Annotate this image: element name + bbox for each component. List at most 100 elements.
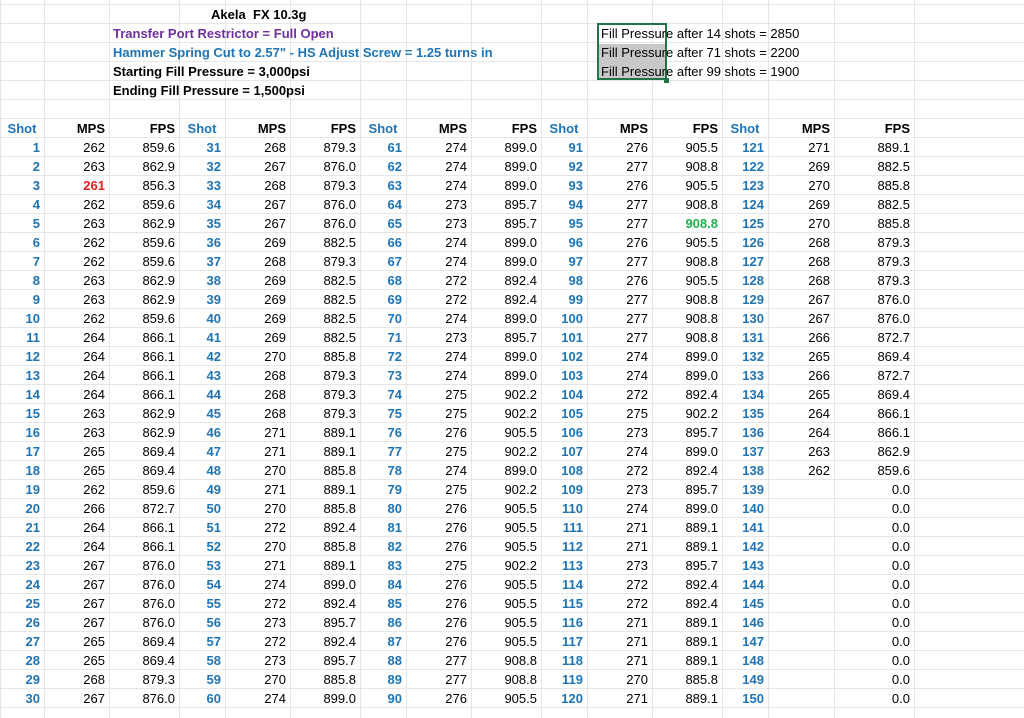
mps-cell[interactable]: 275 [406, 404, 471, 423]
fps-cell[interactable]: 908.8 [652, 290, 722, 309]
fps-cell[interactable]: 902.2 [471, 404, 541, 423]
fps-cell[interactable]: 0.0 [834, 556, 914, 575]
fps-cell[interactable]: 895.7 [652, 556, 722, 575]
mps-cell[interactable]: 271 [768, 138, 834, 157]
mps-cell[interactable]: 265 [44, 651, 109, 670]
column-header-shot[interactable]: Shot [179, 119, 225, 138]
column-header-mps[interactable]: MPS [768, 119, 834, 138]
mps-cell[interactable]: 262 [44, 233, 109, 252]
fps-cell[interactable]: 902.2 [652, 404, 722, 423]
shot-number-cell[interactable]: 115 [541, 594, 587, 613]
mps-cell[interactable]: 276 [587, 271, 652, 290]
fps-cell[interactable]: 879.3 [290, 252, 360, 271]
fps-cell[interactable]: 0.0 [834, 670, 914, 689]
mps-cell[interactable]: 269 [225, 290, 290, 309]
mps-cell[interactable] [768, 499, 834, 518]
fps-cell[interactable]: 0.0 [834, 632, 914, 651]
fps-cell[interactable]: 885.8 [834, 214, 914, 233]
shot-number-cell[interactable]: 134 [722, 385, 768, 404]
mps-cell[interactable]: 263 [44, 214, 109, 233]
fps-cell[interactable]: 899.0 [471, 252, 541, 271]
shot-number-cell[interactable]: 138 [722, 461, 768, 480]
mps-cell[interactable]: 277 [587, 252, 652, 271]
fps-cell[interactable]: 905.5 [471, 537, 541, 556]
shot-number-cell[interactable]: 17 [0, 442, 44, 461]
mps-cell[interactable]: 268 [225, 252, 290, 271]
shot-number-cell[interactable]: 102 [541, 347, 587, 366]
fps-cell[interactable]: 876.0 [834, 309, 914, 328]
fps-cell[interactable]: 862.9 [109, 214, 179, 233]
fps-cell[interactable]: 905.5 [471, 689, 541, 708]
shot-number-cell[interactable]: 98 [541, 271, 587, 290]
mps-cell[interactable]: 276 [406, 594, 471, 613]
shot-number-cell[interactable]: 113 [541, 556, 587, 575]
fps-cell[interactable]: 882.5 [290, 271, 360, 290]
mps-cell[interactable]: 272 [406, 271, 471, 290]
mps-cell[interactable]: 273 [406, 328, 471, 347]
shot-number-cell[interactable]: 100 [541, 309, 587, 328]
mps-cell[interactable]: 270 [768, 176, 834, 195]
shot-number-cell[interactable]: 130 [722, 309, 768, 328]
shot-number-cell[interactable]: 123 [722, 176, 768, 195]
mps-cell[interactable]: 271 [587, 518, 652, 537]
shot-number-cell[interactable]: 83 [360, 556, 406, 575]
mps-cell[interactable]: 270 [587, 670, 652, 689]
mps-cell[interactable]: 269 [768, 195, 834, 214]
mps-cell[interactable]: 275 [406, 480, 471, 499]
shot-number-cell[interactable]: 59 [179, 670, 225, 689]
mps-cell[interactable]: 263 [768, 442, 834, 461]
fps-cell[interactable]: 859.6 [109, 233, 179, 252]
mps-cell[interactable]: 274 [225, 689, 290, 708]
mps-cell[interactable]: 274 [587, 499, 652, 518]
fill-pressure-note-14[interactable]: Fill Pressure after 14 shots = 2850 [601, 24, 799, 43]
shot-number-cell[interactable]: 5 [0, 214, 44, 233]
fps-cell[interactable]: 882.5 [290, 290, 360, 309]
fps-cell[interactable]: 859.6 [834, 461, 914, 480]
fps-cell[interactable]: 0.0 [834, 575, 914, 594]
shot-number-cell[interactable]: 145 [722, 594, 768, 613]
shot-number-cell[interactable]: 48 [179, 461, 225, 480]
fps-cell[interactable]: 899.0 [471, 461, 541, 480]
mps-cell[interactable]: 269 [225, 233, 290, 252]
mps-cell[interactable]: 271 [587, 537, 652, 556]
shot-number-cell[interactable]: 119 [541, 670, 587, 689]
column-header-shot[interactable]: Shot [0, 119, 44, 138]
fps-cell[interactable]: 885.8 [834, 176, 914, 195]
fps-cell[interactable]: 869.4 [109, 461, 179, 480]
shot-number-cell[interactable]: 148 [722, 651, 768, 670]
fps-cell[interactable]: 859.6 [109, 195, 179, 214]
shot-number-cell[interactable]: 18 [0, 461, 44, 480]
fps-cell[interactable]: 908.8 [652, 252, 722, 271]
fps-cell[interactable]: 905.5 [471, 632, 541, 651]
fps-cell[interactable]: 879.3 [290, 366, 360, 385]
mps-cell[interactable]: 268 [768, 233, 834, 252]
shot-number-cell[interactable]: 64 [360, 195, 406, 214]
fps-cell[interactable]: 889.1 [834, 138, 914, 157]
mps-cell[interactable]: 276 [587, 176, 652, 195]
mps-cell[interactable]: 269 [225, 309, 290, 328]
mps-cell[interactable]: 272 [587, 461, 652, 480]
fps-cell[interactable]: 866.1 [109, 347, 179, 366]
shot-number-cell[interactable]: 66 [360, 233, 406, 252]
shot-number-cell[interactable]: 73 [360, 366, 406, 385]
shot-number-cell[interactable]: 32 [179, 157, 225, 176]
shot-number-cell[interactable]: 40 [179, 309, 225, 328]
mps-cell[interactable]: 268 [225, 176, 290, 195]
shot-number-cell[interactable]: 139 [722, 480, 768, 499]
mps-cell[interactable]: 265 [768, 385, 834, 404]
column-header-mps[interactable]: MPS [225, 119, 290, 138]
fps-cell[interactable]: 879.3 [290, 138, 360, 157]
column-header-fps[interactable]: FPS [652, 119, 722, 138]
mps-cell[interactable]: 267 [768, 290, 834, 309]
shot-number-cell[interactable]: 28 [0, 651, 44, 670]
mps-cell[interactable] [768, 480, 834, 499]
shot-number-cell[interactable]: 116 [541, 613, 587, 632]
shot-number-cell[interactable]: 90 [360, 689, 406, 708]
fps-cell[interactable]: 866.1 [109, 366, 179, 385]
shot-number-cell[interactable]: 2 [0, 157, 44, 176]
shot-number-cell[interactable]: 8 [0, 271, 44, 290]
shot-number-cell[interactable]: 20 [0, 499, 44, 518]
mps-cell[interactable]: 277 [406, 670, 471, 689]
mps-cell[interactable]: 274 [587, 366, 652, 385]
mps-cell[interactable]: 269 [225, 271, 290, 290]
